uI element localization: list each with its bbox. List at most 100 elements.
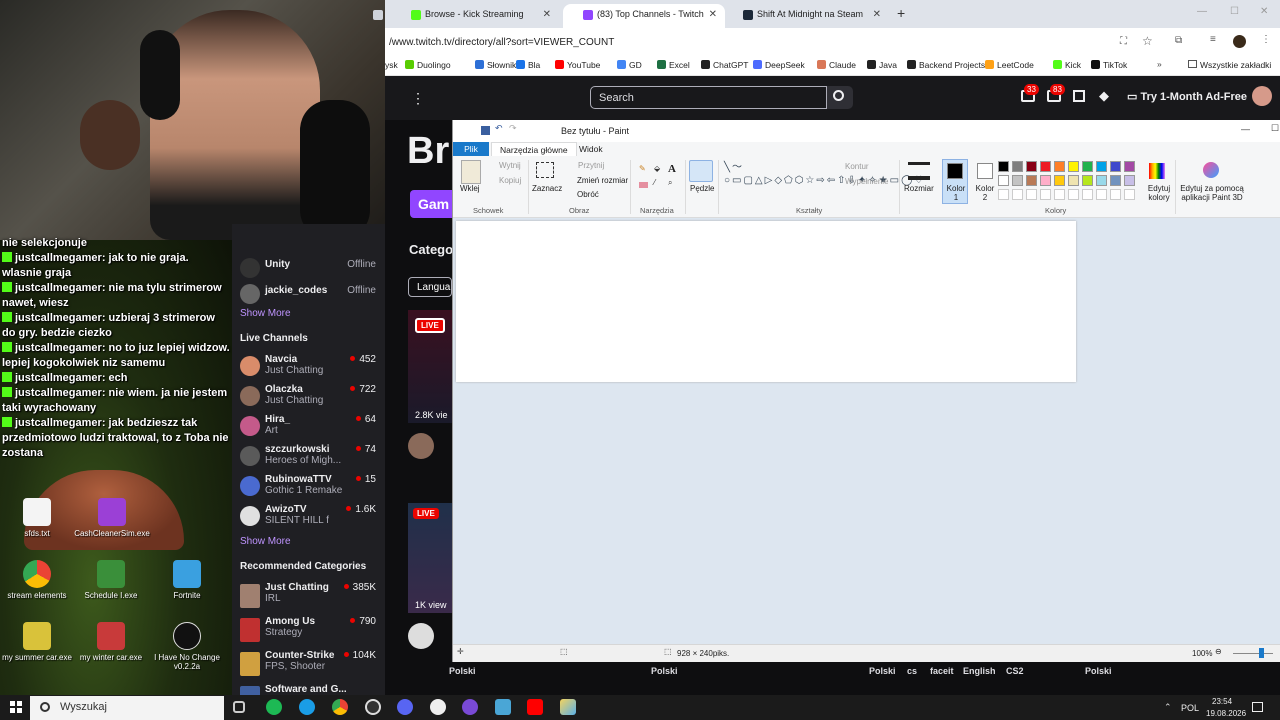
palette-swatch-empty[interactable]: [1110, 189, 1121, 200]
undo-icon[interactable]: ↶: [495, 123, 503, 134]
paint3d-icon[interactable]: [1203, 162, 1219, 178]
palette-swatch-empty[interactable]: [1096, 189, 1107, 200]
star-icon[interactable]: ☆: [1142, 34, 1153, 48]
stream-tag[interactable]: English: [963, 666, 996, 676]
zoom-slider[interactable]: [1233, 653, 1273, 654]
palette-swatch-empty[interactable]: [998, 189, 1009, 200]
zoom-out-button[interactable]: ⊖: [1215, 647, 1222, 656]
brushes-button[interactable]: [689, 160, 713, 182]
new-tab-button[interactable]: +: [897, 5, 905, 21]
sidebar-live-channel[interactable]: AwizoTV SILENT HILL f 1.6K: [240, 504, 380, 534]
maximize-button[interactable]: ☐: [1271, 123, 1279, 134]
profile-avatar[interactable]: [1233, 35, 1246, 48]
desktop-icon-schedule[interactable]: Schedule I.exe: [74, 560, 148, 600]
paint-icon[interactable]: [560, 699, 576, 715]
palette-swatch[interactable]: [998, 161, 1009, 172]
size-button[interactable]: [908, 162, 930, 180]
magnifier-icon[interactable]: ⌕: [668, 178, 672, 188]
bookmark-deepseek[interactable]: DeepSeek: [753, 60, 805, 74]
stream-tag[interactable]: cs: [907, 666, 917, 676]
app-icon[interactable]: [462, 699, 478, 715]
bookmark-claude[interactable]: Claude: [817, 60, 856, 74]
address-bar[interactable]: /www.twitch.tv/directory/all?sort=VIEWER…: [385, 28, 1280, 56]
edge-icon[interactable]: [299, 699, 315, 715]
shapes-gallery[interactable]: ╲〜○▭▢△▷◇⬠⬡☆⇨⇦⇧⇩✦✧★▭◯♡: [724, 161, 923, 197]
palette-swatch[interactable]: [1012, 175, 1023, 186]
minimize-button[interactable]: —: [1197, 6, 1207, 17]
palette-swatch[interactable]: [1026, 175, 1037, 186]
language-filter[interactable]: Langua: [408, 277, 452, 297]
desktop-icon-winter-car[interactable]: my winter car.exe: [74, 622, 148, 662]
stream-tag[interactable]: CS2: [1006, 666, 1024, 676]
translate-icon[interactable]: ⛶: [1120, 36, 1127, 47]
bookmark-backend-projects[interactable]: Backend Projects: [907, 60, 985, 74]
edit-colors-button[interactable]: [1149, 163, 1165, 179]
palette-swatch[interactable]: [1124, 175, 1135, 186]
ad-free-button[interactable]: ▭ Try 1-Month Ad-Free: [1127, 90, 1247, 103]
palette-swatch-empty[interactable]: [1068, 189, 1079, 200]
palette-swatch[interactable]: [1068, 175, 1079, 186]
stream-tag[interactable]: Polski: [1085, 666, 1112, 676]
clock-time[interactable]: 23:54: [1212, 697, 1232, 706]
select-button[interactable]: [536, 162, 554, 178]
palette-swatch-empty[interactable]: [1082, 189, 1093, 200]
show-more-link[interactable]: Show More: [240, 308, 291, 319]
chrome-icon[interactable]: [332, 699, 348, 715]
palette-swatch[interactable]: [1012, 161, 1023, 172]
youtube-icon[interactable]: [527, 699, 543, 715]
save-icon[interactable]: [481, 126, 490, 135]
clock-date[interactable]: 19.08.2026: [1206, 709, 1246, 718]
fill-button[interactable]: Wypełnienie: [845, 177, 889, 186]
palette-swatch[interactable]: [1054, 161, 1065, 172]
maximize-button[interactable]: ☐: [1230, 6, 1239, 17]
tab-view[interactable]: Widok: [579, 144, 603, 154]
paste-button[interactable]: [461, 160, 481, 184]
cut-button[interactable]: Wytnij: [499, 161, 521, 170]
desktop-icon-fortnite[interactable]: Fortnite: [150, 560, 224, 600]
bookmark-słownik[interactable]: Słownik: [475, 60, 516, 74]
tab-home[interactable]: Narzędzia główne: [491, 142, 577, 156]
bookmark-duolingo[interactable]: Duolingo: [405, 60, 451, 74]
close-icon[interactable]: ✕: [543, 9, 551, 20]
palette-swatch[interactable]: [1096, 161, 1107, 172]
tray-chevron-icon[interactable]: ⌃: [1164, 702, 1172, 713]
show-more-link[interactable]: Show More: [240, 536, 291, 547]
tab-kick[interactable]: Browse - Kick Streaming ✕: [373, 4, 559, 28]
outline-button[interactable]: Kontur: [845, 162, 869, 171]
language-indicator[interactable]: POL: [1181, 703, 1199, 713]
resize-button[interactable]: Zmień rozmiar: [577, 176, 628, 185]
notification-icon[interactable]: [1252, 702, 1263, 712]
channel-avatar[interactable]: [408, 433, 434, 459]
games-tab[interactable]: Gam: [410, 190, 452, 218]
stream-tag[interactable]: faceit: [930, 666, 954, 676]
discord-icon[interactable]: [397, 699, 413, 715]
close-icon[interactable]: ✕: [709, 9, 717, 20]
app-icon[interactable]: [495, 699, 511, 715]
kebab-menu-icon[interactable]: ⋮: [411, 90, 425, 107]
tab-steam[interactable]: Shift At Midnight na Steam ✕: [729, 4, 889, 28]
whispers-icon[interactable]: [1073, 90, 1085, 102]
task-view-icon[interactable]: [233, 701, 245, 713]
color2-swatch[interactable]: [977, 163, 993, 179]
redo-icon[interactable]: ↷: [509, 123, 517, 134]
recommended-category[interactable]: Software and G...: [240, 684, 380, 695]
bookmarks-folder[interactable]: Wszystkie zakładki: [1188, 60, 1271, 70]
crop-button[interactable]: Przytnij: [578, 161, 604, 170]
minimize-button[interactable]: —: [1241, 124, 1250, 134]
recommended-category[interactable]: Counter-Strike FPS, Shooter 104K: [240, 650, 380, 680]
desktop-icon-no-change[interactable]: I Have No Change v0.2.2a: [150, 622, 224, 671]
palette-swatch-empty[interactable]: [1040, 189, 1051, 200]
palette-swatch[interactable]: [998, 175, 1009, 186]
stream-tag[interactable]: Polski: [869, 666, 896, 676]
bookmark-java[interactable]: Java: [867, 60, 897, 74]
paint-canvas[interactable]: [456, 221, 1076, 382]
palette-swatch[interactable]: [1054, 175, 1065, 186]
spotify-icon[interactable]: [266, 699, 282, 715]
paint3d-button[interactable]: Edytuj za pomocą aplikacji Paint 3D: [1179, 184, 1245, 202]
palette-swatch[interactable]: [1082, 161, 1093, 172]
url-text[interactable]: /www.twitch.tv/directory/all?sort=VIEWER…: [389, 37, 614, 48]
palette-swatch[interactable]: [1026, 161, 1037, 172]
tab-file[interactable]: Plik: [453, 142, 489, 156]
close-icon[interactable]: ✕: [873, 9, 881, 20]
game-icon[interactable]: [430, 699, 446, 715]
